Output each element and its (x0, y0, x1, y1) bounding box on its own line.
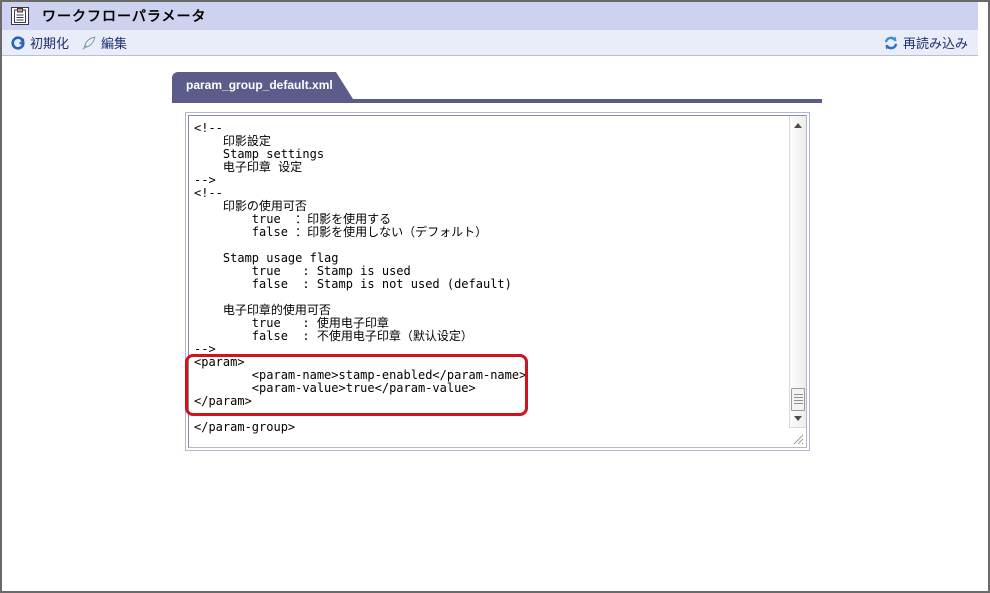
reload-button[interactable]: 再読み込み (883, 33, 968, 52)
xml-editor-frame: <!-- 印影設定 Stamp settings 电子印章 设定 --> <!-… (185, 112, 810, 451)
scroll-down-button[interactable] (790, 410, 806, 426)
circular-arrow-icon (10, 35, 26, 51)
arrow-down-icon (794, 416, 802, 421)
xml-content: <!-- 印影設定 Stamp settings 电子印章 设定 --> <!-… (189, 116, 789, 447)
reload-label: 再読み込み (903, 33, 968, 52)
quill-icon (81, 35, 97, 51)
xml-textarea[interactable]: <!-- 印影設定 Stamp settings 电子印章 设定 --> <!-… (188, 115, 807, 448)
page-title: ワークフローパラメータ (42, 6, 206, 26)
initialize-label: 初期化 (30, 33, 69, 52)
refresh-icon (883, 35, 899, 51)
clipboard-icon (11, 7, 29, 25)
tab-underline (172, 99, 822, 103)
title-bar: ワークフローパラメータ (2, 2, 978, 30)
vertical-scrollbar[interactable] (789, 116, 806, 428)
edit-button[interactable]: 編集 (81, 33, 127, 52)
scroll-up-button[interactable] (790, 117, 806, 133)
arrow-up-icon (794, 123, 802, 128)
toolbar: 初期化 編集 再読み込み (2, 30, 978, 56)
scroll-thumb[interactable] (791, 388, 805, 411)
initialize-button[interactable]: 初期化 (10, 33, 69, 52)
resize-grip-icon[interactable] (791, 432, 804, 445)
thumb-grip-icon (794, 394, 803, 405)
page-frame: ワークフローパラメータ 初期化 編集 (0, 0, 990, 593)
tab-param-group-default-xml[interactable]: param_group_default.xml (172, 72, 336, 99)
tab-label: param_group_default.xml (186, 78, 333, 92)
edit-label: 編集 (101, 33, 127, 52)
